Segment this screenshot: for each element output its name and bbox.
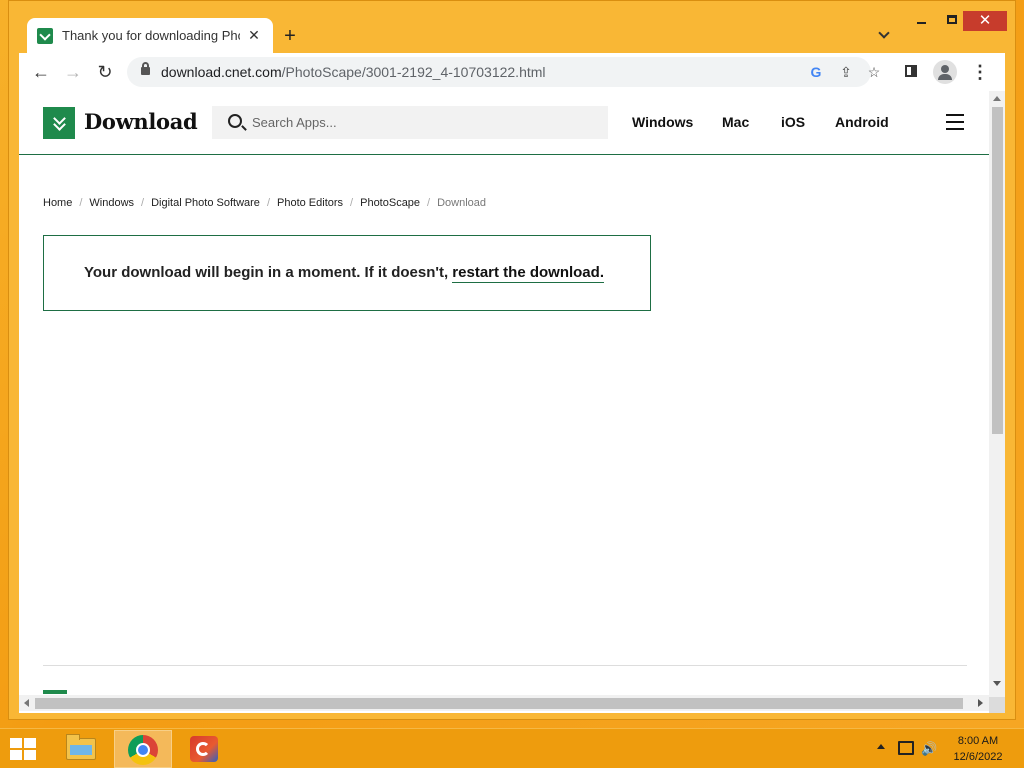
- horizontal-scroll-thumb[interactable]: [35, 698, 963, 709]
- hamburger-line: [946, 121, 964, 123]
- notice-text: Your download will begin in a moment. If…: [84, 264, 453, 281]
- search-input[interactable]: [252, 106, 592, 139]
- taskbar-file-explorer[interactable]: [52, 730, 110, 768]
- clock-date: 12/6/2022: [953, 751, 1003, 763]
- search-box[interactable]: [212, 106, 608, 139]
- lock-icon[interactable]: [141, 62, 150, 75]
- file-explorer-icon: [66, 734, 96, 760]
- breadcrumb-separator: /: [427, 197, 431, 209]
- breadcrumb-separator: /: [141, 197, 145, 209]
- menu-icon[interactable]: ⋮: [969, 61, 991, 83]
- download-favicon-icon: [37, 27, 53, 44]
- nav-link-windows[interactable]: Windows: [632, 114, 693, 130]
- google-icon[interactable]: G: [807, 63, 825, 81]
- scroll-right-icon[interactable]: [978, 699, 983, 707]
- start-pane: [24, 750, 36, 760]
- vertical-scrollbar[interactable]: [989, 91, 1005, 697]
- share-icon[interactable]: ⇪: [837, 63, 855, 81]
- start-pane: [24, 738, 36, 748]
- breadcrumb-digital-photo-software[interactable]: Digital Photo Software: [151, 197, 260, 209]
- site-header: Download Windows Mac iOS Android: [19, 91, 989, 155]
- close-window-button[interactable]: ✕: [963, 11, 1007, 31]
- notice-message: Your download will begin in a moment. If…: [84, 264, 604, 283]
- address-bar[interactable]: download.cnet.com/PhotoScape/3001-2192_4…: [127, 57, 880, 87]
- search-icon[interactable]: [228, 114, 242, 128]
- chrome-icon: [128, 735, 158, 765]
- vertical-scroll-thumb[interactable]: [992, 107, 1003, 434]
- close-icon: ✕: [978, 12, 992, 29]
- taskbar-chrome[interactable]: [114, 730, 172, 768]
- ccleaner-icon: [190, 736, 218, 762]
- breadcrumb-photo-editors[interactable]: Photo Editors: [277, 197, 343, 209]
- maximize-icon: [947, 15, 957, 24]
- reload-icon[interactable]: ↻: [93, 60, 117, 84]
- title-bar: Thank you for downloading PhotoScape ✕ +…: [9, 1, 1015, 53]
- volume-icon[interactable]: 🔊: [921, 741, 937, 757]
- download-logo-icon[interactable]: [43, 107, 75, 139]
- minimize-button[interactable]: [909, 11, 935, 31]
- network-icon[interactable]: [898, 741, 914, 755]
- hamburger-icon[interactable]: [946, 114, 964, 130]
- forward-icon[interactable]: →: [61, 60, 85, 84]
- breadcrumb-home[interactable]: Home: [43, 197, 72, 209]
- restart-download-link[interactable]: restart the download.: [452, 264, 604, 283]
- scroll-up-icon[interactable]: [993, 96, 1001, 101]
- taskbar-ccleaner[interactable]: [176, 730, 234, 768]
- new-tab-button[interactable]: +: [279, 25, 301, 47]
- breadcrumb-photoscape[interactable]: PhotoScape: [360, 197, 420, 209]
- footer-accent-bar: [43, 690, 67, 694]
- profile-icon[interactable]: [933, 60, 957, 84]
- breadcrumb: Home / Windows / Digital Photo Software / Phot…: [43, 197, 486, 209]
- hamburger-line: [946, 128, 964, 130]
- start-pane: [10, 750, 22, 760]
- tab-active[interactable]: Thank you for downloading PhotoScape ✕: [27, 18, 273, 53]
- maximize-button[interactable]: [939, 11, 965, 31]
- tab-title: Thank you for downloading PhotoScape: [62, 28, 240, 43]
- breadcrumb-current: Download: [437, 197, 487, 209]
- clock-time: 8:00 AM: [957, 735, 999, 747]
- scrollbar-corner: [989, 697, 1005, 713]
- tab-close-icon[interactable]: ✕: [246, 27, 262, 44]
- show-hidden-icons-icon[interactable]: [877, 744, 885, 749]
- start-pane: [10, 738, 22, 748]
- nav-link-mac[interactable]: Mac: [722, 114, 749, 130]
- taskbar: 🔊 8:00 AM 12/6/2022: [0, 728, 1024, 768]
- tab-search-chevron-icon[interactable]: [877, 27, 893, 43]
- breadcrumb-separator: /: [266, 197, 270, 209]
- url-text[interactable]: download.cnet.com/PhotoScape/3001-2192_4…: [161, 64, 546, 80]
- taskbar-clock[interactable]: 8:00 AM 12/6/2022: [946, 733, 1010, 765]
- footer-divider: [43, 665, 967, 666]
- breadcrumb-separator: /: [79, 197, 83, 209]
- breadcrumb-separator: /: [350, 197, 354, 209]
- side-panel-icon[interactable]: [901, 61, 923, 83]
- back-icon[interactable]: ←: [29, 60, 53, 84]
- nav-link-android[interactable]: Android: [835, 114, 889, 130]
- url-path: /PhotoScape/3001-2192_4-10703122.html: [281, 64, 546, 80]
- site-logo-text[interactable]: Download: [84, 109, 198, 134]
- scroll-down-icon[interactable]: [993, 681, 1001, 686]
- url-host: download.cnet.com: [161, 64, 282, 80]
- page-viewport: Download Windows Mac iOS Android Home / Wi…: [19, 91, 1005, 713]
- breadcrumb-windows[interactable]: Windows: [89, 197, 134, 209]
- download-notice: Your download will begin in a moment. If…: [43, 235, 651, 311]
- scroll-left-icon[interactable]: [24, 699, 29, 707]
- nav-link-ios[interactable]: iOS: [781, 114, 805, 130]
- star-icon[interactable]: ☆: [865, 63, 883, 81]
- browser-toolbar: ← → ↻ download.cnet.com/PhotoScape/3001-…: [19, 53, 1005, 91]
- horizontal-scrollbar[interactable]: [19, 695, 989, 711]
- hamburger-line: [946, 114, 964, 116]
- windows-start-icon[interactable]: [10, 738, 38, 762]
- browser-window: Thank you for downloading PhotoScape ✕ +…: [8, 0, 1016, 720]
- minimize-icon: [917, 22, 926, 24]
